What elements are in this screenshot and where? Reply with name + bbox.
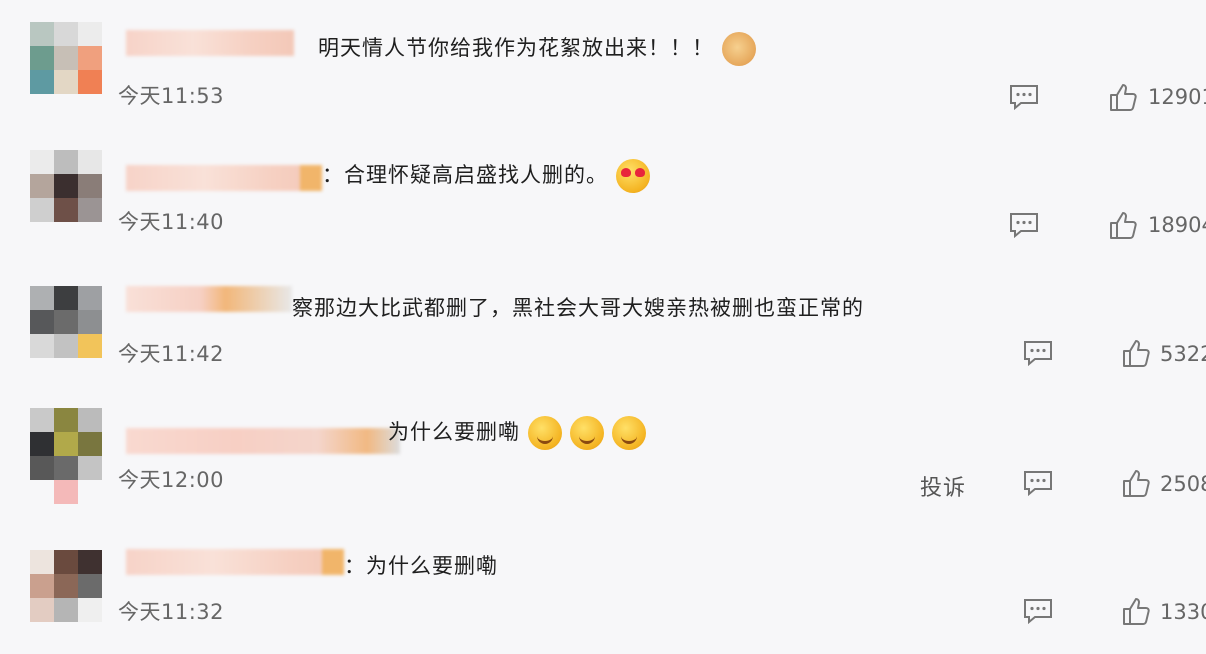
reply-icon[interactable]: [1023, 470, 1053, 496]
comment-time: 今天12:00: [118, 468, 225, 492]
like-count: 2508: [1160, 472, 1206, 496]
comment-time: 今天11:42: [118, 342, 225, 366]
avatar[interactable]: [30, 286, 102, 358]
comment-item: ：为什么要删嘞 今天11:32 1330: [0, 520, 1206, 648]
like-count: 18904: [1148, 213, 1206, 237]
like-icon[interactable]: [1108, 210, 1138, 240]
like-icon[interactable]: [1121, 338, 1151, 368]
comment-text: ：为什么要删嘞: [344, 554, 498, 578]
heart-eyes-emoji-icon: [616, 159, 650, 193]
reply-icon[interactable]: [1009, 212, 1039, 238]
comment-item: 明天情人节你给我作为花絮放出来！！！ 今天11:53 12901: [0, 0, 1206, 128]
like-icon[interactable]: [1121, 468, 1151, 498]
doge-emoji-icon: [722, 32, 756, 66]
avatar[interactable]: [30, 150, 102, 222]
reply-icon[interactable]: [1023, 598, 1053, 624]
username-blurred[interactable]: [126, 549, 344, 575]
avatar[interactable]: [30, 22, 102, 94]
like-count: 1330: [1160, 600, 1206, 624]
comment-time: 今天11:53: [118, 84, 225, 108]
username-blurred[interactable]: [126, 165, 322, 191]
smirk-emoji-icon: [528, 416, 562, 450]
comment-item: 为什么要删嘞 今天12:00 投诉 2508: [0, 388, 1206, 516]
like-count: 5322: [1160, 342, 1206, 366]
username-blurred[interactable]: [126, 286, 292, 312]
like-icon[interactable]: [1108, 82, 1138, 112]
comment-item: 察那边大比武都删了，黑社会大哥大嫂亲热被删也蛮正常的 今天11:42 5322: [0, 258, 1206, 386]
comment-item: ：合理怀疑高启盛找人删的。 今天11:40 18904: [0, 128, 1206, 256]
comment-text: 明天情人节你给我作为花絮放出来！！！: [318, 32, 756, 66]
reply-icon[interactable]: [1023, 340, 1053, 366]
username-blurred[interactable]: [126, 30, 294, 56]
comment-time: 今天11:32: [118, 600, 225, 624]
avatar[interactable]: [30, 408, 102, 504]
report-button[interactable]: 投诉: [920, 470, 966, 502]
smirk-emoji-icon: [570, 416, 604, 450]
username-blurred[interactable]: [126, 428, 400, 454]
comment-text: 为什么要删嘞: [388, 416, 646, 450]
comment-text: 察那边大比武都删了，黑社会大哥大嫂亲热被删也蛮正常的: [292, 296, 864, 320]
comment-text: ：合理怀疑高启盛找人删的。: [322, 159, 650, 193]
comment-time: 今天11:40: [118, 210, 225, 234]
reply-icon[interactable]: [1009, 84, 1039, 110]
smirk-emoji-icon: [612, 416, 646, 450]
avatar[interactable]: [30, 550, 102, 646]
like-count: 12901: [1148, 85, 1206, 109]
like-icon[interactable]: [1121, 596, 1151, 626]
